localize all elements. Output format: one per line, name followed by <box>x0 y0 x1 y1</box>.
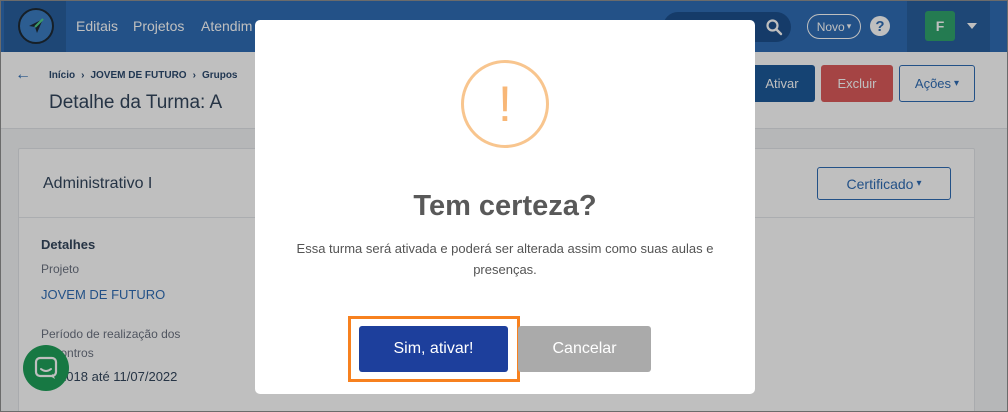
confirm-button[interactable]: Sim, ativar! <box>359 326 508 372</box>
dialog-message: Essa turma será ativada e poderá ser alt… <box>296 241 714 277</box>
warning-icon: ! <box>461 60 549 148</box>
confirm-dialog: ! Tem certeza? Essa turma será ativada e… <box>255 20 755 394</box>
cancel-button[interactable]: Cancelar <box>518 326 651 372</box>
dialog-title: Tem certeza? <box>413 190 597 222</box>
app-window: Editais Projetos Atendim Novo ▾ ? F ← In… <box>0 0 1008 412</box>
